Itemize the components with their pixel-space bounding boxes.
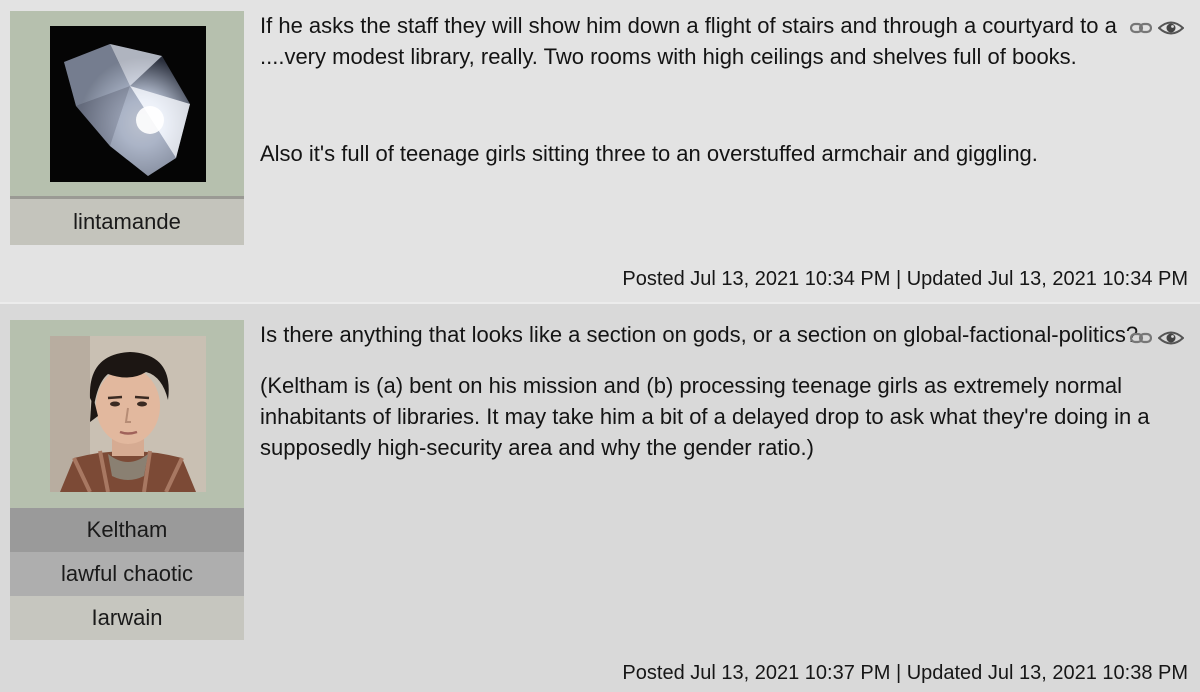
post-paragraph: Also it's full of teenage girls sitting … bbox=[260, 141, 1038, 166]
character-panel: lintamande bbox=[10, 11, 244, 245]
post-paragraph: If he asks the staff they will show him … bbox=[260, 13, 1117, 69]
post-icons bbox=[1130, 330, 1184, 346]
post: Keltham lawful chaotic Iarwain Is there … bbox=[0, 302, 1200, 692]
post-paragraph: (Keltham is (a) bent on his mission and … bbox=[260, 373, 1150, 460]
character-name[interactable]: Keltham bbox=[10, 508, 244, 552]
avatar-frame bbox=[10, 320, 244, 508]
character-author[interactable]: Iarwain bbox=[10, 596, 244, 640]
link-icon[interactable] bbox=[1130, 21, 1152, 35]
character-author[interactable]: lintamande bbox=[10, 199, 244, 245]
character-screenname[interactable]: lawful chaotic bbox=[10, 552, 244, 596]
post-content: If he asks the staff they will show him … bbox=[260, 10, 1170, 189]
character-panel: Keltham lawful chaotic Iarwain bbox=[10, 320, 244, 640]
avatar-frame bbox=[10, 11, 244, 199]
avatar bbox=[50, 26, 206, 182]
eye-icon[interactable] bbox=[1158, 20, 1184, 36]
avatar bbox=[50, 336, 206, 492]
post: lintamande If he asks the staff they wil… bbox=[0, 0, 1200, 302]
post-icons bbox=[1130, 20, 1184, 36]
post-timestamp: Posted Jul 13, 2021 10:37 PM | Updated J… bbox=[622, 662, 1188, 684]
post-content: Is there anything that looks like a sect… bbox=[260, 319, 1170, 483]
post-timestamp: Posted Jul 13, 2021 10:34 PM | Updated J… bbox=[622, 268, 1188, 290]
eye-icon[interactable] bbox=[1158, 330, 1184, 346]
link-icon[interactable] bbox=[1130, 331, 1152, 345]
post-paragraph: Is there anything that looks like a sect… bbox=[260, 322, 1139, 347]
